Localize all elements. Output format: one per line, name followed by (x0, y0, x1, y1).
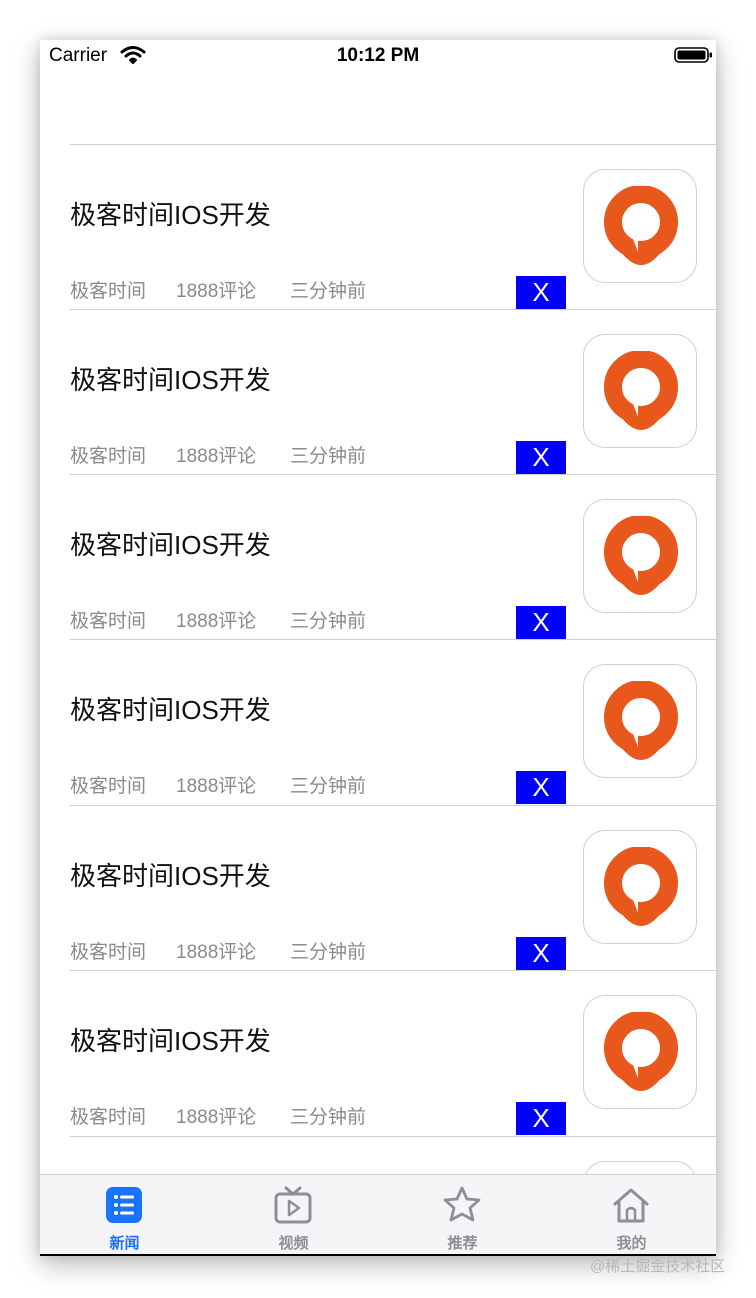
news-thumbnail (583, 499, 697, 613)
news-title: 极客时间IOS开发 (70, 530, 271, 560)
news-title: 极客时间IOS开发 (70, 200, 271, 230)
news-comment-count: 1888评论 (176, 776, 257, 797)
news-comment-count: 1888评论 (176, 446, 257, 467)
delete-button[interactable]: X (516, 276, 566, 309)
news-row[interactable]: 极客时间IOS开发 极客时间 1888评论 三分钟前 X (40, 971, 716, 1136)
news-source: 极客时间 (70, 942, 147, 963)
news-thumbnail (583, 334, 697, 448)
news-comment-count: 1888评论 (176, 281, 257, 302)
news-source: 极客时间 (70, 776, 147, 797)
news-row[interactable]: 极客时间IOS开发 极客时间 1888评论 三分钟前 X (40, 145, 716, 310)
delete-button[interactable]: X (516, 771, 566, 804)
news-time: 三分钟前 (290, 446, 367, 467)
news-thumbnail (583, 995, 697, 1109)
home-icon (613, 1188, 649, 1223)
news-row-partial[interactable] (40, 1137, 716, 1174)
status-bar: Carrier 10:12 PM (40, 40, 716, 72)
delete-button[interactable]: X (516, 441, 566, 474)
news-source: 极客时间 (70, 1107, 147, 1128)
video-tv-icon (274, 1186, 312, 1224)
tab-recommend-label: 推荐 (447, 1235, 478, 1252)
geektime-logo-icon (604, 847, 678, 926)
news-time: 三分钟前 (290, 1107, 367, 1128)
tab-mine-label: 我的 (616, 1235, 647, 1252)
watermark: @稀土掘金技术社区 (590, 1258, 726, 1275)
news-source: 极客时间 (70, 611, 147, 632)
news-list[interactable]: 极客时间IOS开发 极客时间 1888评论 三分钟前 X 极客时间IOS开发 极… (40, 144, 716, 1174)
tab-video[interactable]: 视频 (209, 1175, 378, 1255)
news-comment-count: 1888评论 (176, 611, 257, 632)
news-time: 三分钟前 (290, 776, 367, 797)
news-title: 极客时间IOS开发 (70, 1026, 271, 1056)
news-title: 极客时间IOS开发 (70, 365, 271, 395)
news-time: 三分钟前 (290, 611, 367, 632)
tab-video-label: 视频 (278, 1235, 309, 1252)
news-thumbnail (583, 664, 697, 778)
news-thumbnail (583, 830, 697, 944)
delete-button[interactable]: X (516, 606, 566, 639)
tab-news[interactable]: 新闻 (40, 1175, 209, 1255)
news-thumbnail (583, 169, 697, 283)
tab-recommend[interactable]: 推荐 (378, 1175, 547, 1255)
news-thumbnail (583, 1161, 697, 1174)
tab-bar: 新闻 视频 推荐 我的 (40, 1174, 716, 1256)
news-row[interactable]: 极客时间IOS开发 极客时间 1888评论 三分钟前 X (40, 640, 716, 805)
news-list-icon (106, 1187, 142, 1223)
news-row[interactable]: 极客时间IOS开发 极客时间 1888评论 三分钟前 X (40, 806, 716, 971)
tab-news-label: 新闻 (109, 1235, 140, 1252)
news-comment-count: 1888评论 (176, 1107, 257, 1128)
news-comment-count: 1888评论 (176, 942, 257, 963)
status-time: 10:12 PM (336, 45, 420, 66)
news-source: 极客时间 (70, 446, 147, 467)
news-source: 极客时间 (70, 281, 147, 302)
geektime-logo-icon (604, 516, 678, 595)
news-time: 三分钟前 (290, 281, 367, 302)
geektime-logo-icon (604, 186, 678, 265)
delete-button[interactable]: X (516, 1102, 566, 1135)
news-title: 极客时间IOS开发 (70, 695, 271, 725)
geektime-logo-icon (604, 681, 678, 760)
star-icon (443, 1186, 481, 1222)
tab-mine[interactable]: 我的 (547, 1175, 716, 1255)
delete-button[interactable]: X (516, 937, 566, 970)
news-title: 极客时间IOS开发 (70, 861, 271, 891)
news-time: 三分钟前 (290, 942, 367, 963)
phone-screen: Carrier 10:12 PM 极客时间IOS开发 极客时间 1888评论 三… (40, 40, 716, 1256)
geektime-logo-icon (604, 1012, 678, 1091)
news-row[interactable]: 极客时间IOS开发 极客时间 1888评论 三分钟前 X (40, 475, 716, 640)
news-row[interactable]: 极客时间IOS开发 极客时间 1888评论 三分钟前 X (40, 310, 716, 475)
geektime-logo-icon (604, 351, 678, 430)
battery-icon (674, 45, 714, 70)
